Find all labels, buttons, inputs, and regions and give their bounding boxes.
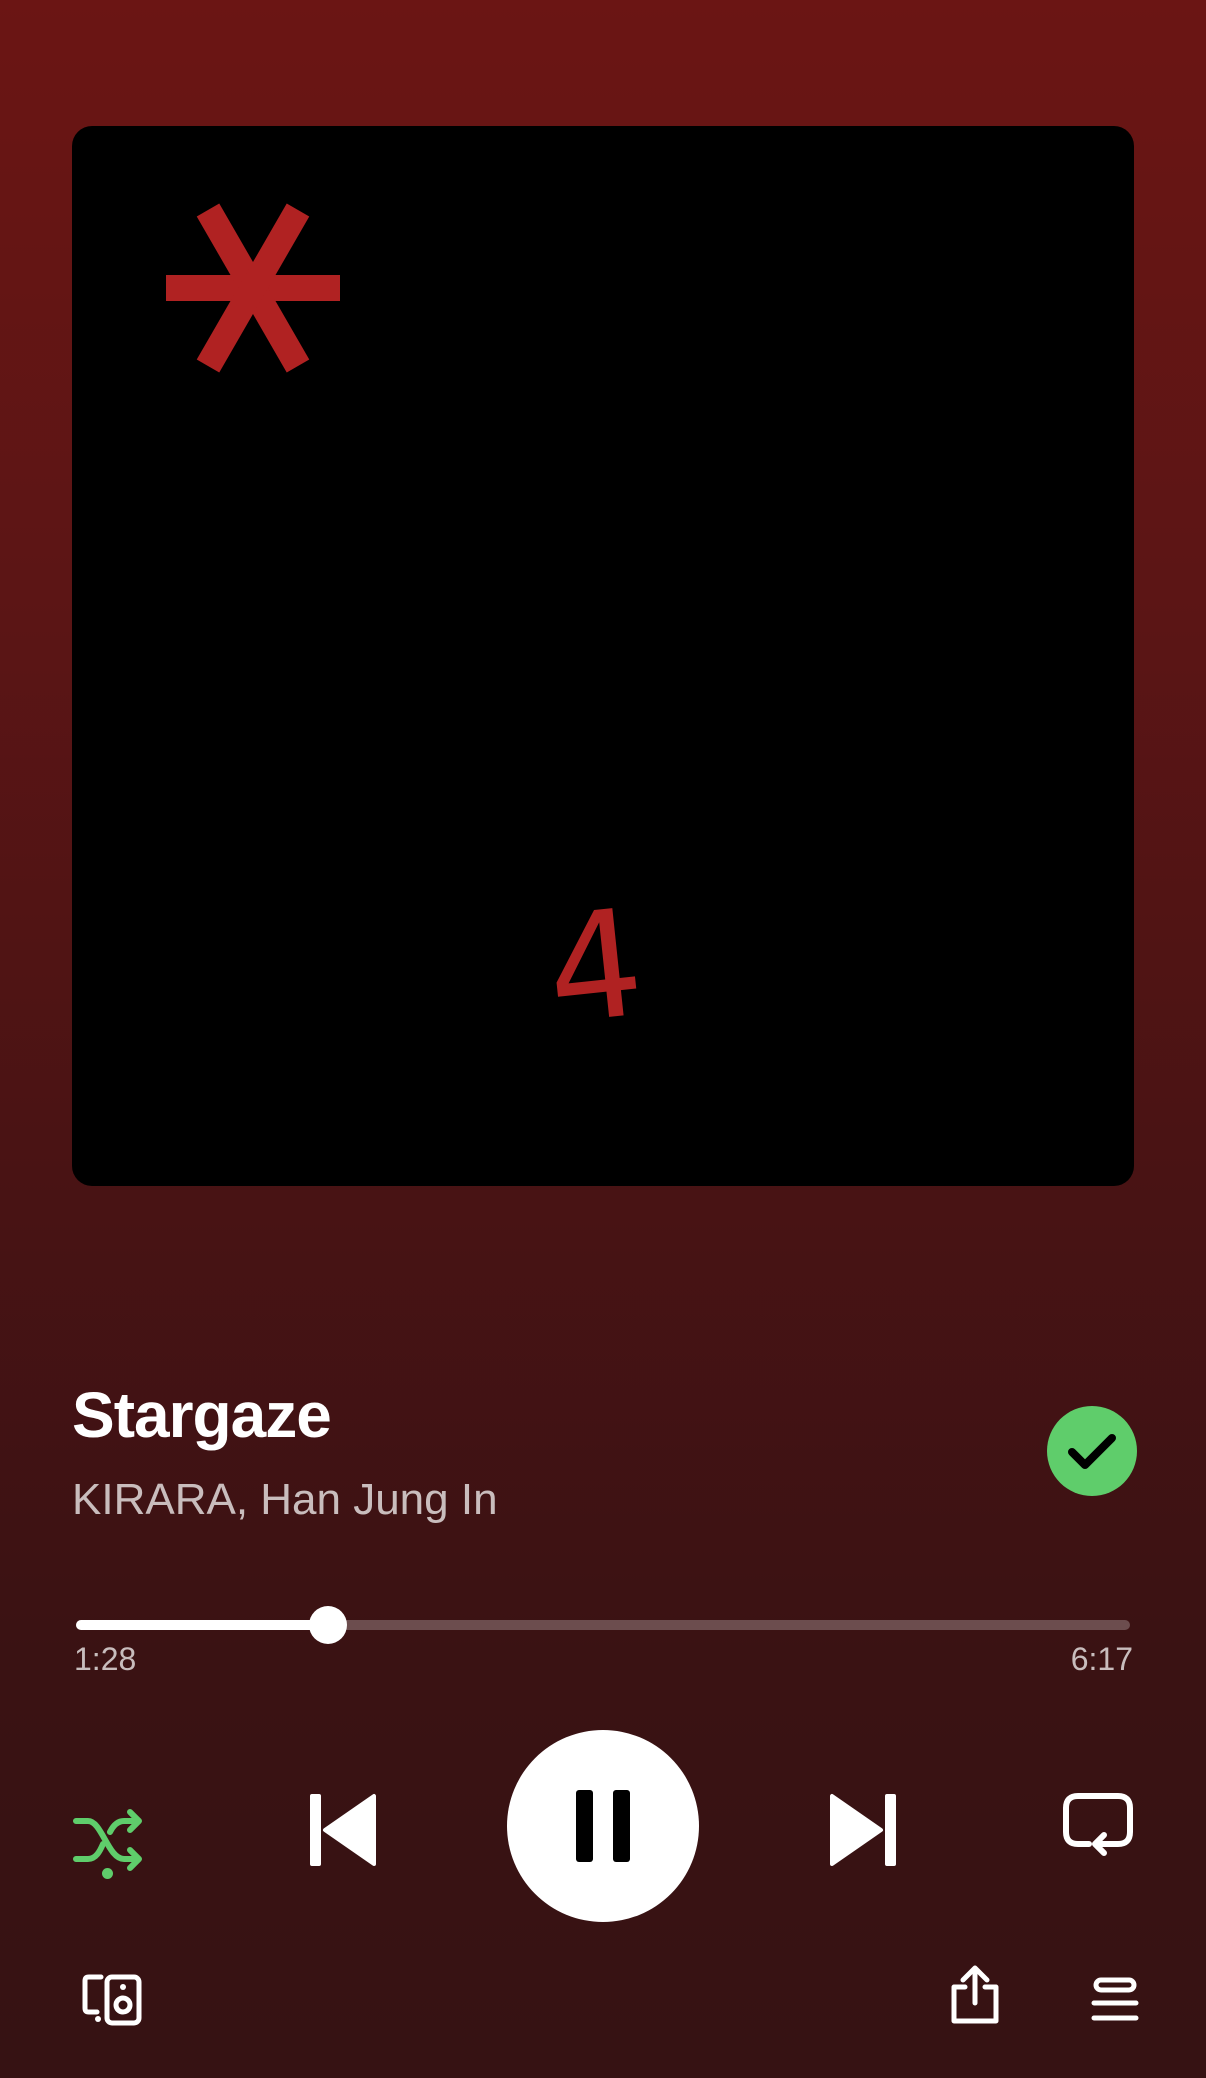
artwork-number: 4 xyxy=(539,877,651,1058)
elapsed-time: 1:28 xyxy=(74,1641,137,1677)
play-pause-button[interactable] xyxy=(507,1730,699,1922)
pause-icon xyxy=(576,1790,630,1862)
skip-next-icon xyxy=(830,1794,896,1866)
progress-fill xyxy=(76,1620,328,1630)
album-artwork: 4 xyxy=(72,126,1134,1186)
check-icon xyxy=(1068,1434,1116,1469)
track-title: Stargaze xyxy=(72,1379,332,1451)
track-artists[interactable]: KIRARA, Han Jung In xyxy=(72,1478,498,1522)
total-time: 6:17 xyxy=(1070,1641,1133,1677)
skip-previous-icon xyxy=(310,1794,376,1866)
connect-devices-button[interactable] xyxy=(72,1960,152,2040)
asterisk-mark xyxy=(166,203,340,373)
progress-thumb[interactable] xyxy=(308,1606,347,1644)
shuffle-active-indicator xyxy=(102,1868,113,1879)
liked-button[interactable] xyxy=(1047,1406,1137,1496)
next-button[interactable] xyxy=(813,1780,913,1880)
progress-bar[interactable] xyxy=(76,1604,1130,1644)
repeat-icon xyxy=(1063,1793,1133,1856)
connect-devices-icon xyxy=(82,1974,142,2026)
queue-icon xyxy=(1091,1977,1139,2021)
repeat-button[interactable] xyxy=(1048,1775,1148,1875)
queue-button[interactable] xyxy=(1075,1960,1155,2040)
share-button[interactable] xyxy=(935,1950,1015,2040)
share-icon xyxy=(951,1965,999,2024)
previous-button[interactable] xyxy=(293,1780,393,1880)
shuffle-icon xyxy=(73,1809,142,1871)
artwork-graphic: 4 xyxy=(166,203,651,1058)
